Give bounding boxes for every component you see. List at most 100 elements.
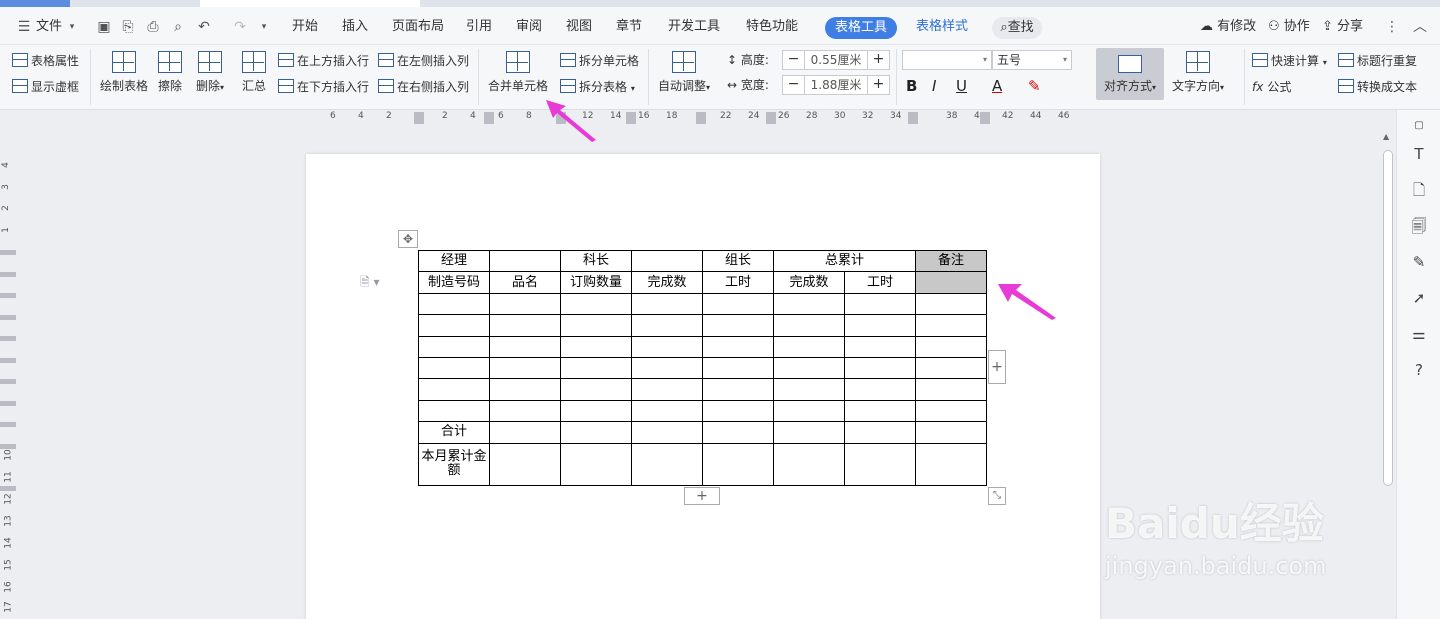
ruler-column-marker[interactable] — [626, 112, 636, 124]
cursor-icon[interactable]: ➚ — [1409, 288, 1429, 308]
table-cell[interactable] — [489, 356, 561, 380]
tab-page-layout[interactable]: 页面布局 — [392, 17, 444, 37]
ruler-column-marker[interactable] — [414, 112, 424, 124]
ruler-row-marker[interactable] — [0, 272, 16, 277]
save-icon[interactable]: ▣ — [94, 17, 114, 37]
delete-button[interactable]: 删除▾ — [196, 51, 224, 94]
table-cell[interactable]: 科长 — [560, 249, 632, 273]
table-cell[interactable] — [702, 314, 774, 337]
table-cell[interactable]: 完成数 — [773, 271, 845, 294]
table-cell[interactable]: 合计 — [418, 421, 490, 444]
sliders-icon[interactable]: ⚌ — [1409, 324, 1429, 344]
table-cell[interactable]: 本月累计金额 — [418, 442, 490, 486]
table-cell[interactable] — [773, 399, 845, 423]
height-value[interactable]: 0.55厘米 — [805, 51, 867, 69]
ruler-row-marker[interactable] — [0, 315, 16, 320]
table-cell[interactable] — [773, 421, 845, 444]
table-cell[interactable] — [560, 378, 632, 401]
table-cell[interactable] — [489, 378, 561, 401]
file-menu[interactable]: 文件 — [36, 17, 62, 37]
height-increase-button[interactable]: + — [867, 51, 889, 69]
ruler-row-marker[interactable] — [0, 250, 16, 255]
italic-icon[interactable]: I — [932, 77, 936, 95]
table-cell[interactable] — [915, 314, 987, 337]
paragraph-options-icon[interactable]: 🗎 ▾ — [360, 273, 380, 294]
table-cell[interactable] — [489, 399, 561, 423]
table-cell[interactable] — [560, 292, 632, 316]
font-color-icon[interactable]: A — [992, 77, 1002, 95]
table-cell[interactable] — [631, 314, 703, 337]
table-cell[interactable] — [844, 356, 916, 380]
table-cell-merged[interactable]: 总累计 — [773, 249, 916, 273]
col-width-stepper[interactable]: − 1.88厘米 + — [782, 75, 890, 95]
table-cell[interactable] — [631, 249, 703, 273]
window-tab-1[interactable] — [0, 0, 70, 7]
modified-status[interactable]: ☁ 有修改 — [1200, 17, 1256, 37]
table-cell[interactable] — [418, 335, 490, 358]
text-style-icon[interactable]: T — [1409, 144, 1429, 164]
table-cell[interactable] — [418, 356, 490, 380]
table-cell[interactable]: 工时 — [702, 271, 774, 294]
table-cell[interactable] — [915, 421, 987, 444]
table-cell[interactable] — [844, 292, 916, 316]
table-cell[interactable] — [702, 421, 774, 444]
table-cell[interactable]: 组长 — [702, 249, 774, 273]
summary-button[interactable]: 汇总 — [242, 51, 266, 94]
split-table-button[interactable]: 拆分表格 ▾ — [560, 79, 635, 97]
table-cell[interactable] — [915, 442, 987, 486]
table-cell[interactable] — [773, 378, 845, 401]
font-family-select[interactable]: ▾ — [902, 50, 992, 70]
alignment-button[interactable]: 对齐方式▾ — [1096, 48, 1164, 100]
ruler-row-marker[interactable] — [0, 358, 16, 363]
convert-to-text-button[interactable]: 转换成文本 — [1338, 79, 1417, 95]
table-cell[interactable] — [702, 442, 774, 486]
tab-table-tools[interactable]: 表格工具 — [825, 17, 897, 39]
bold-icon[interactable]: B — [906, 77, 917, 95]
table-cell[interactable] — [418, 314, 490, 337]
width-value[interactable]: 1.88厘米 — [805, 76, 867, 94]
add-row-button[interactable]: + — [684, 487, 720, 505]
ruler-row-marker[interactable] — [0, 444, 16, 449]
search-button[interactable]: ⌕查找 — [992, 17, 1042, 39]
table-cell[interactable] — [560, 314, 632, 337]
table-cell[interactable] — [489, 292, 561, 316]
tab-insert[interactable]: 插入 — [342, 17, 368, 37]
table-cell[interactable] — [844, 314, 916, 337]
table-cell-selected[interactable] — [915, 271, 987, 294]
table-cell[interactable]: 工时 — [844, 271, 916, 294]
file-dropdown-icon[interactable]: ▾ — [62, 17, 82, 37]
draw-table-button[interactable]: 绘制表格 — [100, 51, 148, 94]
add-column-button[interactable]: + — [988, 350, 1006, 384]
ruler-column-marker[interactable] — [766, 112, 776, 124]
ruler-column-marker[interactable] — [908, 112, 918, 124]
show-gridlines-button[interactable]: 显示虚框 — [12, 79, 79, 95]
table-cell[interactable] — [915, 335, 987, 358]
table-cell[interactable] — [702, 378, 774, 401]
table-cell[interactable] — [773, 335, 845, 358]
collaborate-button[interactable]: ⚇ 协作 — [1268, 17, 1310, 37]
repeat-header-button[interactable]: 标题行重复 — [1338, 53, 1417, 69]
font-size-select[interactable]: 五号 ▾ — [992, 50, 1072, 70]
vertical-ruler[interactable]: 4 3 2 1 10 11 12 13 14 15 16 17 — [0, 128, 16, 619]
table-cell[interactable] — [773, 356, 845, 380]
auto-adjust-button[interactable]: 自动调整▾ — [658, 51, 710, 94]
quick-access-more-icon[interactable]: ▾ — [254, 17, 274, 37]
table-cell[interactable] — [702, 399, 774, 423]
hamburger-menu-icon[interactable]: ☰ — [14, 17, 34, 37]
table-cell[interactable] — [560, 421, 632, 444]
table-properties-button[interactable]: 表格属性 — [12, 53, 79, 69]
table-cell[interactable] — [702, 292, 774, 316]
ruler-row-marker[interactable] — [0, 336, 16, 341]
tab-start[interactable]: 开始 — [292, 17, 318, 37]
table-cell[interactable]: 完成数 — [631, 271, 703, 294]
table-cell[interactable] — [773, 314, 845, 337]
row-height-stepper[interactable]: − 0.55厘米 + — [782, 50, 890, 70]
ruler-row-marker[interactable] — [0, 486, 16, 491]
tab-references[interactable]: 引用 — [466, 17, 492, 37]
quick-calc-button[interactable]: 快速计算 ▾ — [1252, 53, 1327, 71]
table-cell[interactable] — [844, 335, 916, 358]
underline-icon[interactable]: U — [956, 77, 967, 95]
table-cell[interactable] — [489, 335, 561, 358]
table-cell[interactable] — [560, 356, 632, 380]
erase-button[interactable]: 擦除 — [158, 51, 182, 94]
